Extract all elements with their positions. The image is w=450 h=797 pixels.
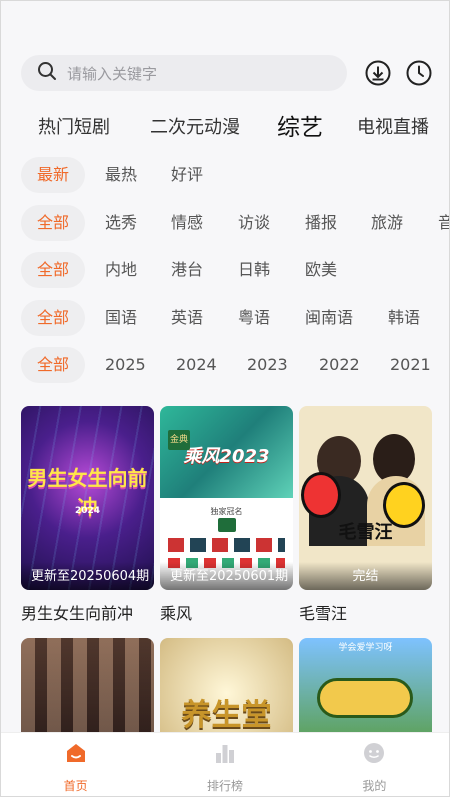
sort-option[interactable]: 好评 (171, 157, 203, 193)
content-card[interactable]: 毛雪汪 完结 毛雪汪 (299, 406, 432, 624)
search-input[interactable]: 请输入关键字 (21, 55, 347, 91)
year-option[interactable]: 2025 (105, 347, 146, 383)
region-option-selected[interactable]: 全部 (21, 252, 86, 288)
language-option[interactable]: 闽南语 (305, 300, 353, 336)
brand-logo: 金典 (168, 430, 190, 450)
genre-option[interactable]: 音 (438, 205, 449, 241)
poster-image[interactable]: 乘风2023 金典 独家冠名 更新至20250601期 (160, 406, 293, 590)
download-icon[interactable] (364, 59, 392, 87)
language-option-selected[interactable]: 全部 (21, 300, 86, 336)
poster-image[interactable]: 毛雪汪 完结 (299, 406, 432, 590)
language-option[interactable]: 韩语 (388, 300, 420, 336)
sponsor-logo (218, 518, 236, 532)
genre-option[interactable]: 旅游 (371, 205, 403, 241)
language-option[interactable]: 国语 (105, 300, 137, 336)
language-option[interactable]: 粤语 (238, 300, 270, 336)
nav-home[interactable]: 首页 (1, 733, 150, 796)
region-option[interactable]: 日韩 (238, 252, 270, 288)
genre-option-selected[interactable]: 全部 (21, 205, 86, 241)
history-clock-icon[interactable] (405, 59, 433, 87)
year-filter-row: 全部 2025 2024 2023 2022 2021 (1, 347, 449, 383)
region-filter-row: 全部 内地 港台 日韩 欧美 (1, 252, 449, 288)
nav-ranking[interactable]: 排行榜 (150, 733, 299, 796)
genre-option[interactable]: 播报 (305, 205, 337, 241)
content-card[interactable]: 男生女生向前冲 2024 更新至20250604期 男生女生向前冲 (21, 406, 154, 624)
nav-label: 我的 (362, 779, 387, 793)
poster-title-text: 毛雪汪 (338, 522, 393, 543)
region-option[interactable]: 内地 (105, 252, 137, 288)
language-option[interactable]: 英语 (171, 300, 203, 336)
status-badge: 完结 (299, 562, 432, 590)
sort-filter-row: 最新 最热 好评 (1, 157, 449, 193)
content-card[interactable]: 乘风2023 金典 独家冠名 更新至20250601期 乘风 (160, 406, 293, 624)
poster-year-text: 2024 (74, 506, 101, 516)
nav-profile[interactable]: 我的 (300, 733, 449, 796)
app-screen: 请输入关键字 热门短剧 二次元动漫 综艺 电视直播 最新 最热 好评 全部 选秀… (0, 0, 450, 797)
tab-hot-short-drama[interactable]: 热门短剧 (38, 113, 110, 139)
card-title[interactable]: 男生女生向前冲 (21, 600, 154, 624)
poster-title-text: 养生堂 (181, 698, 272, 733)
search-row: 请输入关键字 (21, 55, 435, 91)
search-placeholder: 请输入关键字 (67, 64, 158, 83)
genre-option[interactable]: 访谈 (238, 205, 270, 241)
year-option[interactable]: 2024 (176, 347, 217, 383)
year-option[interactable]: 2023 (247, 347, 288, 383)
region-option[interactable]: 欧美 (305, 252, 337, 288)
sort-option-selected[interactable]: 最新 (21, 157, 86, 193)
ranking-icon (213, 741, 237, 769)
genre-filter-row: 全部 选秀 情感 访谈 播报 旅游 音 (1, 205, 449, 241)
year-option[interactable]: 2021 (390, 347, 431, 383)
category-tabs: 热门短剧 二次元动漫 综艺 电视直播 (1, 105, 449, 145)
update-badge: 更新至20250604期 (21, 562, 154, 590)
nav-label: 排行榜 (206, 779, 243, 793)
region-option[interactable]: 港台 (171, 252, 203, 288)
sponsor-label: 独家冠名 (210, 507, 243, 516)
tab-anime[interactable]: 二次元动漫 (150, 113, 240, 139)
tab-tv-live[interactable]: 电视直播 (357, 113, 429, 139)
update-badge: 更新至20250601期 (160, 562, 293, 590)
sponsor-logos-strip (168, 538, 285, 552)
poster-top-label: 学会爱学习呀 (299, 640, 432, 653)
poster-logo-shape (317, 678, 413, 718)
tab-variety[interactable]: 综艺 (277, 108, 323, 142)
card-title[interactable]: 乘风 (160, 600, 293, 624)
year-option[interactable]: 2022 (319, 347, 360, 383)
search-icon (37, 61, 57, 85)
bottom-nav: 首页 排行榜 我的 (1, 732, 449, 796)
year-option-selected[interactable]: 全部 (21, 347, 86, 383)
mascot-red (301, 472, 341, 518)
nav-label: 首页 (63, 779, 88, 793)
poster-image[interactable]: 男生女生向前冲 2024 更新至20250604期 (21, 406, 154, 590)
genre-option[interactable]: 选秀 (105, 205, 137, 241)
profile-icon (362, 741, 386, 769)
genre-option[interactable]: 情感 (171, 205, 203, 241)
home-icon (64, 741, 88, 769)
card-title[interactable]: 毛雪汪 (299, 600, 432, 624)
language-filter-row: 全部 国语 英语 粤语 闽南语 韩语 (1, 300, 449, 336)
sort-option[interactable]: 最热 (105, 157, 137, 193)
poster-top-label-text: 学会爱学习呀 (338, 643, 393, 653)
